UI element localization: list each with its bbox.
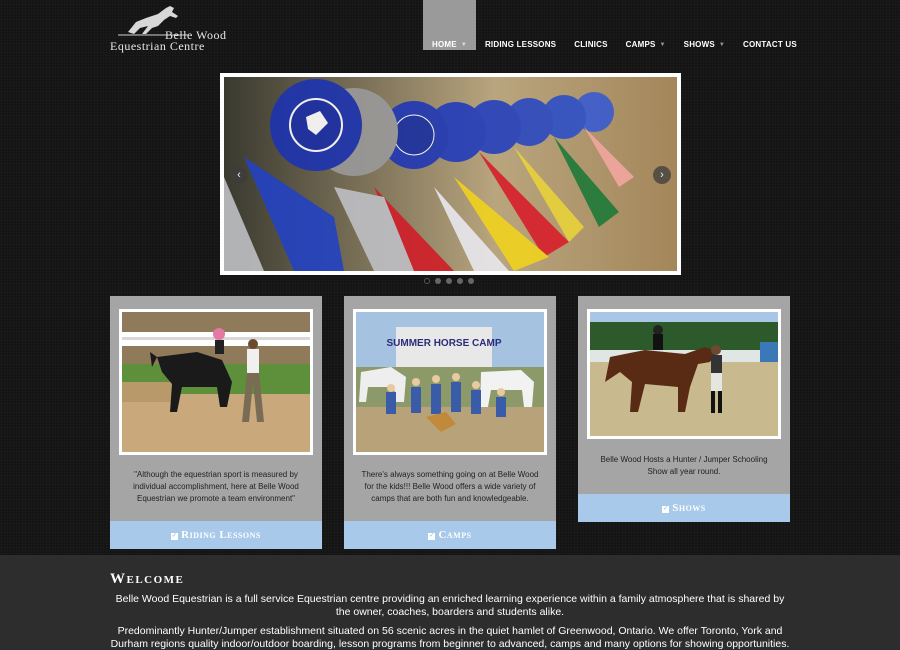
card-caption: Belle Wood Hosts a Hunter / Jumper Schoo… [600, 455, 768, 476]
slider-dot[interactable] [435, 278, 441, 284]
chevron-down-icon: ▼ [659, 41, 666, 48]
slider-pagination [424, 278, 474, 284]
slide-image-ribbons: ‹ › [224, 77, 677, 271]
slider-dot[interactable] [468, 278, 474, 284]
cta-label: Shows [672, 502, 706, 514]
card-riding-lessons: "Although the equestrian sport is measur… [110, 296, 322, 549]
chevron-down-icon: ▼ [460, 41, 467, 48]
cta-label: Camps [438, 529, 472, 541]
welcome-paragraph-2: Predominantly Hunter/Jumper establishmen… [110, 625, 790, 650]
nav-label-home: HOME [432, 40, 457, 49]
nav-item-contact-us[interactable]: CONTACT US [734, 0, 806, 50]
card-photo-shows [587, 309, 781, 439]
logo-line2: Equestrian Centre [110, 39, 205, 53]
card-photo-camps: SUMMER HORSE CAMP [353, 309, 547, 455]
camps-button[interactable]: ✓ Camps [344, 521, 556, 549]
cta-label: Riding Lessons [181, 529, 261, 541]
slider-dot[interactable] [446, 278, 452, 284]
card-shows: Belle Wood Hosts a Hunter / Jumper Schoo… [578, 296, 790, 522]
nav-item-camps[interactable]: CAMPS ▼ [617, 0, 675, 50]
hero-slider: ‹ › [220, 73, 681, 275]
chevron-down-icon: ▼ [718, 41, 726, 48]
nav-item-riding-lessons[interactable]: RIDING LESSONS [476, 0, 565, 50]
check-icon: ✓ [428, 533, 436, 540]
riding-lessons-button[interactable]: ✓ Riding Lessons [110, 521, 322, 549]
card-caption: There's always something going on at Bel… [361, 470, 539, 503]
nav-item-home[interactable]: HOME ▼ [423, 0, 476, 50]
main-nav: HOME ▼ RIDING LESSONS CLINICS CAMPS ▼ SHOW… [423, 0, 806, 50]
nav-label-riding-lessons: RIDING LESSONS [484, 40, 557, 49]
check-icon: ✓ [171, 533, 179, 540]
slider-dot[interactable] [457, 278, 463, 284]
slider-next-arrow[interactable]: › [653, 166, 671, 184]
check-icon: ✓ [662, 506, 670, 513]
camp-sign-text: SUMMER HORSE CAMP [386, 338, 501, 349]
slider-prev-arrow[interactable]: ‹ [230, 166, 248, 184]
nav-label-shows: SHOWS [683, 40, 715, 49]
card-camps: SUMMER HORSE CAMP There's always somethi… [344, 296, 556, 549]
welcome-title: Welcome [110, 571, 185, 587]
nav-label-clinics: CLINICS [574, 40, 608, 49]
logo-text: Belle Wood Equestrian Centre [110, 29, 226, 53]
nav-item-shows[interactable]: SHOWS ▼ [675, 0, 734, 50]
card-photo-riding-lessons [119, 309, 313, 455]
welcome-section: Welcome Belle Wood Equestrian is a full … [0, 555, 900, 650]
nav-label-camps: CAMPS [625, 40, 656, 49]
slider-dot[interactable] [424, 278, 430, 284]
nav-item-clinics[interactable]: CLINICS [565, 0, 616, 50]
welcome-paragraph-1: Belle Wood Equestrian is a full service … [115, 593, 785, 618]
card-caption: "Although the equestrian sport is measur… [133, 470, 299, 503]
site-logo[interactable]: Belle Wood Equestrian Centre [110, 4, 245, 54]
shows-button[interactable]: ✓ Shows [578, 494, 790, 522]
nav-label-contact-us: CONTACT US [743, 40, 797, 49]
